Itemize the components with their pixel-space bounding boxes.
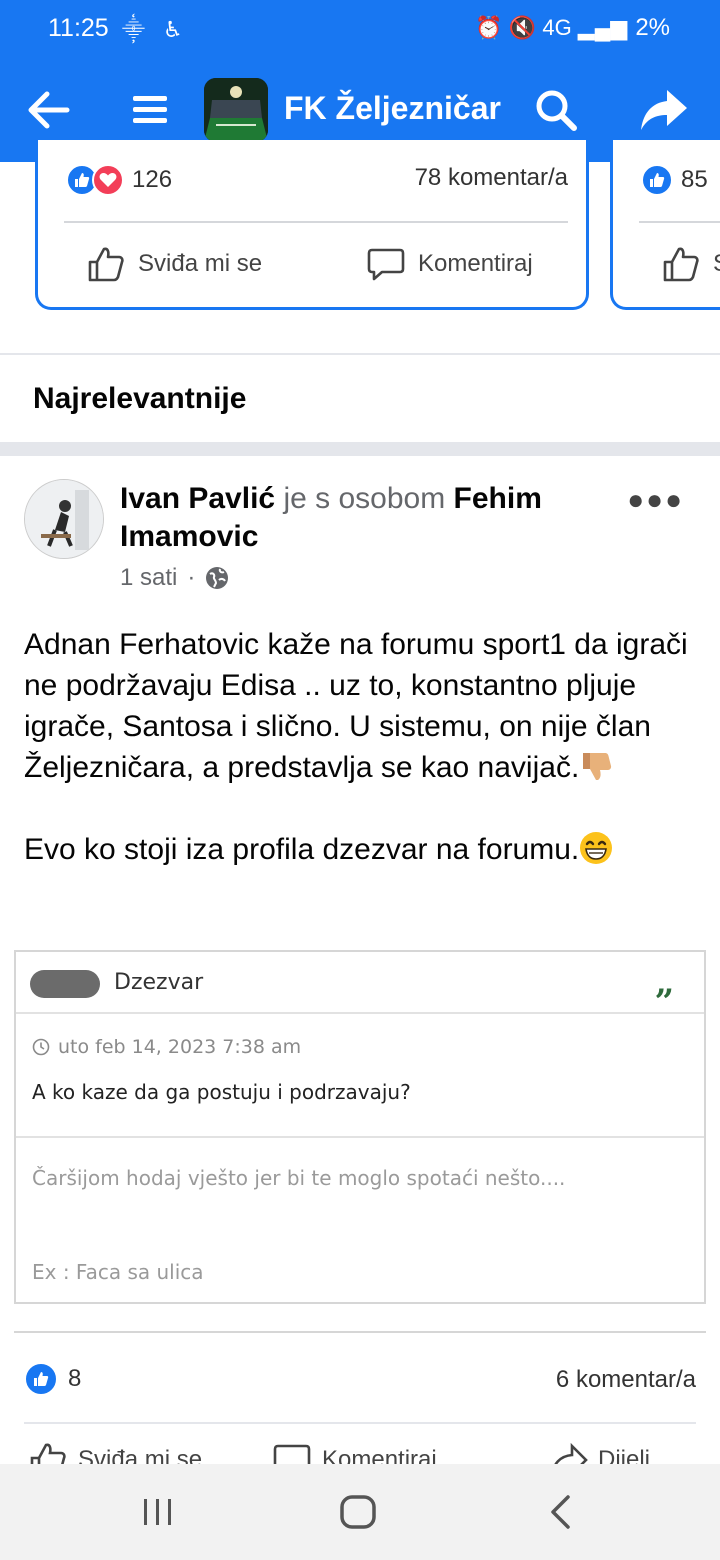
search-icon xyxy=(536,90,577,131)
post-share-button[interactable]: Dijeli xyxy=(550,1440,650,1464)
like-reaction-icon xyxy=(641,164,673,196)
share-arrow-icon xyxy=(554,1442,588,1464)
more-dots-icon: ●●● xyxy=(627,484,684,515)
more-options-button[interactable]: ●●● xyxy=(627,484,684,516)
post-reaction-count: 8 xyxy=(68,1365,82,1392)
comment-count[interactable]: 78 komentar/a xyxy=(415,164,568,192)
post-like-label: Sviđa mi se xyxy=(78,1446,203,1464)
share-button[interactable] xyxy=(634,78,694,142)
notification-icons: ⸎ ♿ xyxy=(122,17,189,42)
arrow-left-icon xyxy=(28,91,70,129)
reaction-count: 85 xyxy=(681,166,708,193)
globe-icon xyxy=(206,567,229,589)
page-title: FK Željezničar xyxy=(284,90,501,126)
forum-message: A ko kaze da ga postuju i podrzavaju? xyxy=(32,1080,411,1104)
post-share-label: Dijeli xyxy=(598,1446,651,1464)
post-time[interactable]: 1 sati xyxy=(120,564,177,592)
post-comment-label: Komentiraj xyxy=(322,1446,437,1464)
comment-label: Komentiraj xyxy=(418,250,533,277)
post-paragraph-2-text: Evo ko stoji iza profila dzezvar na foru… xyxy=(24,833,580,866)
forum-username: Dzezvar xyxy=(114,970,204,995)
divider xyxy=(639,221,720,223)
carousel-next-card[interactable]: 85 S xyxy=(610,140,720,310)
divider xyxy=(16,1136,704,1138)
back-button[interactable] xyxy=(18,78,78,142)
forum-date-text: uto feb 14, 2023 7:38 am xyxy=(58,1036,302,1058)
stadium-image-icon xyxy=(204,78,268,142)
carousel-post-card[interactable]: 126 78 komentar/a Sviđa mi se Komentiraj xyxy=(35,140,589,310)
battery-level: 2% xyxy=(635,14,670,41)
recents-icon xyxy=(144,1499,171,1525)
hamburger-icon xyxy=(133,96,167,123)
post-comment-count[interactable]: 6 komentar/a xyxy=(556,1366,696,1394)
post-paragraph-2: Evo ko stoji iza profila dzezvar na foru… xyxy=(24,829,700,870)
page-avatar[interactable] xyxy=(204,78,268,142)
signal-icons: ⏰ 🔇 4G ▂▄▆ xyxy=(475,15,628,40)
like-reaction-icon xyxy=(24,1362,58,1396)
post-reaction-summary[interactable]: 8 xyxy=(24,1362,81,1396)
attached-image[interactable]: Dzezvar ” uto feb 14, 2023 7:38 am A ko … xyxy=(14,950,706,1304)
system-navigation-bar xyxy=(0,1464,720,1560)
quote-icon: ” xyxy=(654,982,674,1022)
app-top-bar: 11:25 ⸎ ♿ ⏰ 🔇 4G ▂▄▆ 2% FK Željezničar xyxy=(0,0,720,162)
thumbs-down-emoji-icon xyxy=(583,753,612,780)
like-button[interactable]: Sviđa mi se xyxy=(86,244,262,284)
post-action-bar: Sviđa mi se Komentiraj Dijeli xyxy=(0,1440,720,1464)
profile-photo-icon xyxy=(25,480,103,558)
home-icon xyxy=(340,1495,376,1529)
comments-sort-title[interactable]: Najrelevantnije xyxy=(33,382,246,416)
system-back-button[interactable] xyxy=(530,1484,590,1540)
share-icon xyxy=(641,90,687,130)
post-header: Ivan Pavlić je s osobom Fehim Imamovic xyxy=(120,480,640,556)
section-separator xyxy=(0,442,720,456)
like-button[interactable]: S xyxy=(661,244,720,284)
clock-icon xyxy=(32,1038,50,1056)
with-text: je s osobom xyxy=(275,482,454,515)
forum-signature-line-1: Čaršijom hodaj vješto jer bi te moglo sp… xyxy=(32,1166,566,1190)
status-bar: 11:25 ⸎ ♿ ⏰ 🔇 4G ▂▄▆ 2% xyxy=(0,0,720,62)
reaction-summary[interactable]: 85 xyxy=(641,164,708,196)
comment-icon xyxy=(367,248,405,281)
grinning-emoji-icon xyxy=(580,832,613,864)
reaction-count: 126 xyxy=(132,166,173,193)
post-meta: 1 sati · xyxy=(120,564,229,592)
post-comment-button[interactable]: Komentiraj xyxy=(272,1440,437,1464)
forum-signature-line-2: Ex : Faca sa ulica xyxy=(32,1260,204,1284)
thumbs-up-icon xyxy=(88,247,124,282)
thumbs-up-icon xyxy=(663,247,699,282)
system-icons: ⏰ 🔇 4G ▂▄▆ 2% xyxy=(475,14,670,42)
forum-post-header: Dzezvar ” xyxy=(16,952,704,1022)
search-button[interactable] xyxy=(526,78,586,142)
post-like-button[interactable]: Sviđa mi se xyxy=(28,1440,202,1464)
thumbs-up-icon xyxy=(30,1443,66,1464)
comment-icon xyxy=(273,1444,311,1464)
divider xyxy=(64,221,568,223)
like-label: S xyxy=(713,250,720,278)
like-label: Sviđa mi se xyxy=(138,250,263,277)
post-paragraph-1: Adnan Ferhatovic kaže na forumu sport1 d… xyxy=(24,624,700,788)
comment-button[interactable]: Komentiraj xyxy=(366,244,533,284)
reaction-summary[interactable]: 126 xyxy=(66,164,172,196)
recent-apps-button[interactable] xyxy=(128,1484,188,1540)
author-avatar[interactable] xyxy=(24,479,104,559)
divider xyxy=(0,353,720,355)
status-time: 11:25 xyxy=(48,14,109,42)
menu-button[interactable] xyxy=(120,78,180,142)
home-button[interactable] xyxy=(328,1484,388,1540)
forum-avatar xyxy=(30,970,100,998)
chevron-left-icon xyxy=(551,1495,570,1529)
post-body: Adnan Ferhatovic kaže na forumu sport1 d… xyxy=(24,624,700,870)
meta-separator: · xyxy=(187,564,196,591)
divider xyxy=(24,1422,696,1424)
love-reaction-icon xyxy=(92,164,124,196)
divider xyxy=(14,1331,706,1333)
author-name[interactable]: Ivan Pavlić xyxy=(120,482,275,515)
forum-post-date: uto feb 14, 2023 7:38 am xyxy=(32,1036,301,1058)
